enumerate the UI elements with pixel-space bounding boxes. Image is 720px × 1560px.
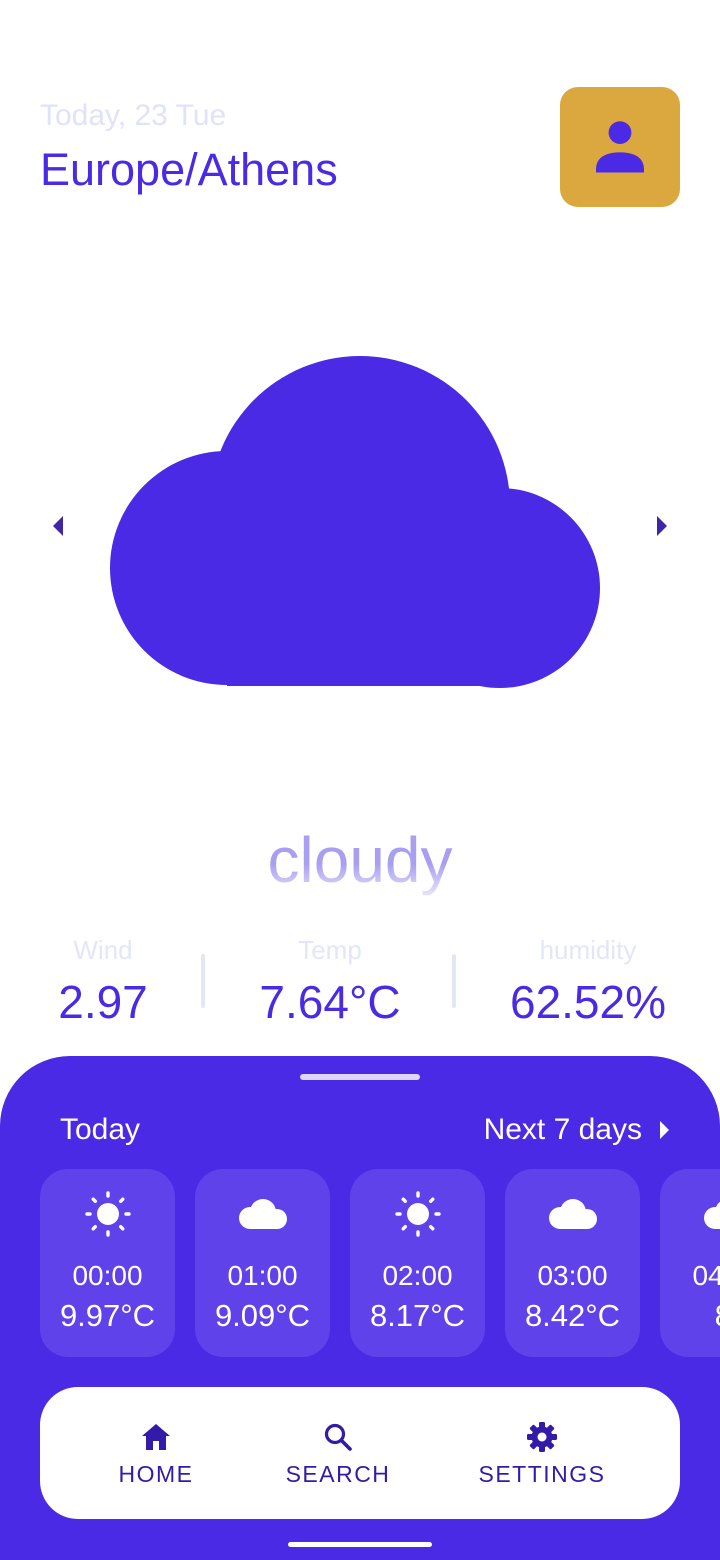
- search-icon: [324, 1423, 352, 1451]
- nav-home-label: HOME: [118, 1461, 194, 1487]
- sun-icon: [84, 1191, 131, 1237]
- wind-stat: Wind 2.97: [28, 934, 178, 1032]
- humidity-stat: humidity 62.52%: [488, 934, 688, 1032]
- hour-temp: 8.: [660, 1296, 720, 1336]
- person-icon: [596, 121, 644, 173]
- humidity-value: 62.52%: [509, 976, 666, 1028]
- next-7-days-label: Next 7 days: [483, 1113, 642, 1146]
- bottom-navigation: HOME SEARCH SETTINGS: [40, 1387, 680, 1519]
- stat-divider: [201, 954, 205, 1008]
- next-arrow-button[interactable]: [646, 511, 676, 541]
- cloud-icon: [703, 1201, 720, 1229]
- hour-temp: 8.17°C: [369, 1298, 466, 1333]
- hour-time: 03:00: [537, 1260, 608, 1291]
- hour-time: 04:00: [692, 1260, 720, 1291]
- hour-time: 02:00: [382, 1260, 453, 1291]
- temp-value: 7.64°C: [259, 976, 401, 1028]
- hour-card[interactable]: 04:00 8.: [660, 1169, 720, 1357]
- wind-value: 2.97: [58, 976, 148, 1028]
- nav-search-label: SEARCH: [285, 1461, 391, 1487]
- arrow-right-icon: [657, 516, 667, 536]
- previous-arrow-button[interactable]: [44, 511, 74, 541]
- location-title: Europe/Athens: [40, 144, 338, 195]
- hourly-forecast-list[interactable]: 00:00 9.97°C 01:00 9.09°C 02:00 8.17°C 0…: [40, 1169, 720, 1359]
- hour-time: 01:00: [227, 1260, 298, 1291]
- hour-temp: 9.09°C: [214, 1298, 311, 1333]
- humidity-label: humidity: [539, 935, 637, 965]
- stat-divider: [452, 954, 456, 1008]
- nav-search-button[interactable]: SEARCH: [278, 1387, 398, 1519]
- next-7-days-button[interactable]: Next 7 days: [484, 1110, 670, 1150]
- gear-icon: [527, 1422, 557, 1452]
- temp-label: Temp: [298, 935, 362, 965]
- nav-home-button[interactable]: HOME: [96, 1387, 216, 1519]
- today-tab[interactable]: Today: [60, 1110, 140, 1150]
- sheet-drag-handle[interactable]: [300, 1074, 420, 1080]
- home-icon: [142, 1424, 170, 1450]
- hour-card[interactable]: 03:00 8.42°C: [505, 1169, 640, 1357]
- cloud-icon: [238, 1199, 287, 1229]
- nav-settings-button[interactable]: SETTINGS: [472, 1387, 612, 1519]
- cloud-icon: [548, 1199, 597, 1229]
- wind-label: Wind: [73, 935, 133, 965]
- hour-time: 00:00: [72, 1260, 143, 1291]
- hour-card[interactable]: 02:00 8.17°C: [350, 1169, 485, 1357]
- chevron-right-icon: [660, 1121, 669, 1139]
- hour-temp: 9.97°C: [59, 1298, 156, 1333]
- hour-card[interactable]: 00:00 9.97°C: [40, 1169, 175, 1357]
- hour-temp: 8.42°C: [524, 1298, 621, 1333]
- system-gesture-bar[interactable]: [288, 1542, 432, 1547]
- arrow-left-icon: [53, 516, 63, 536]
- weather-condition: cloudy: [0, 820, 720, 900]
- temp-stat: Temp 7.64°C: [230, 934, 430, 1032]
- profile-button[interactable]: [560, 87, 680, 207]
- nav-settings-label: SETTINGS: [478, 1461, 606, 1487]
- sun-icon: [394, 1191, 441, 1237]
- date-label: Today, 23 Tue: [40, 99, 227, 132]
- cloud-icon: [110, 356, 600, 688]
- hour-card[interactable]: 01:00 9.09°C: [195, 1169, 330, 1357]
